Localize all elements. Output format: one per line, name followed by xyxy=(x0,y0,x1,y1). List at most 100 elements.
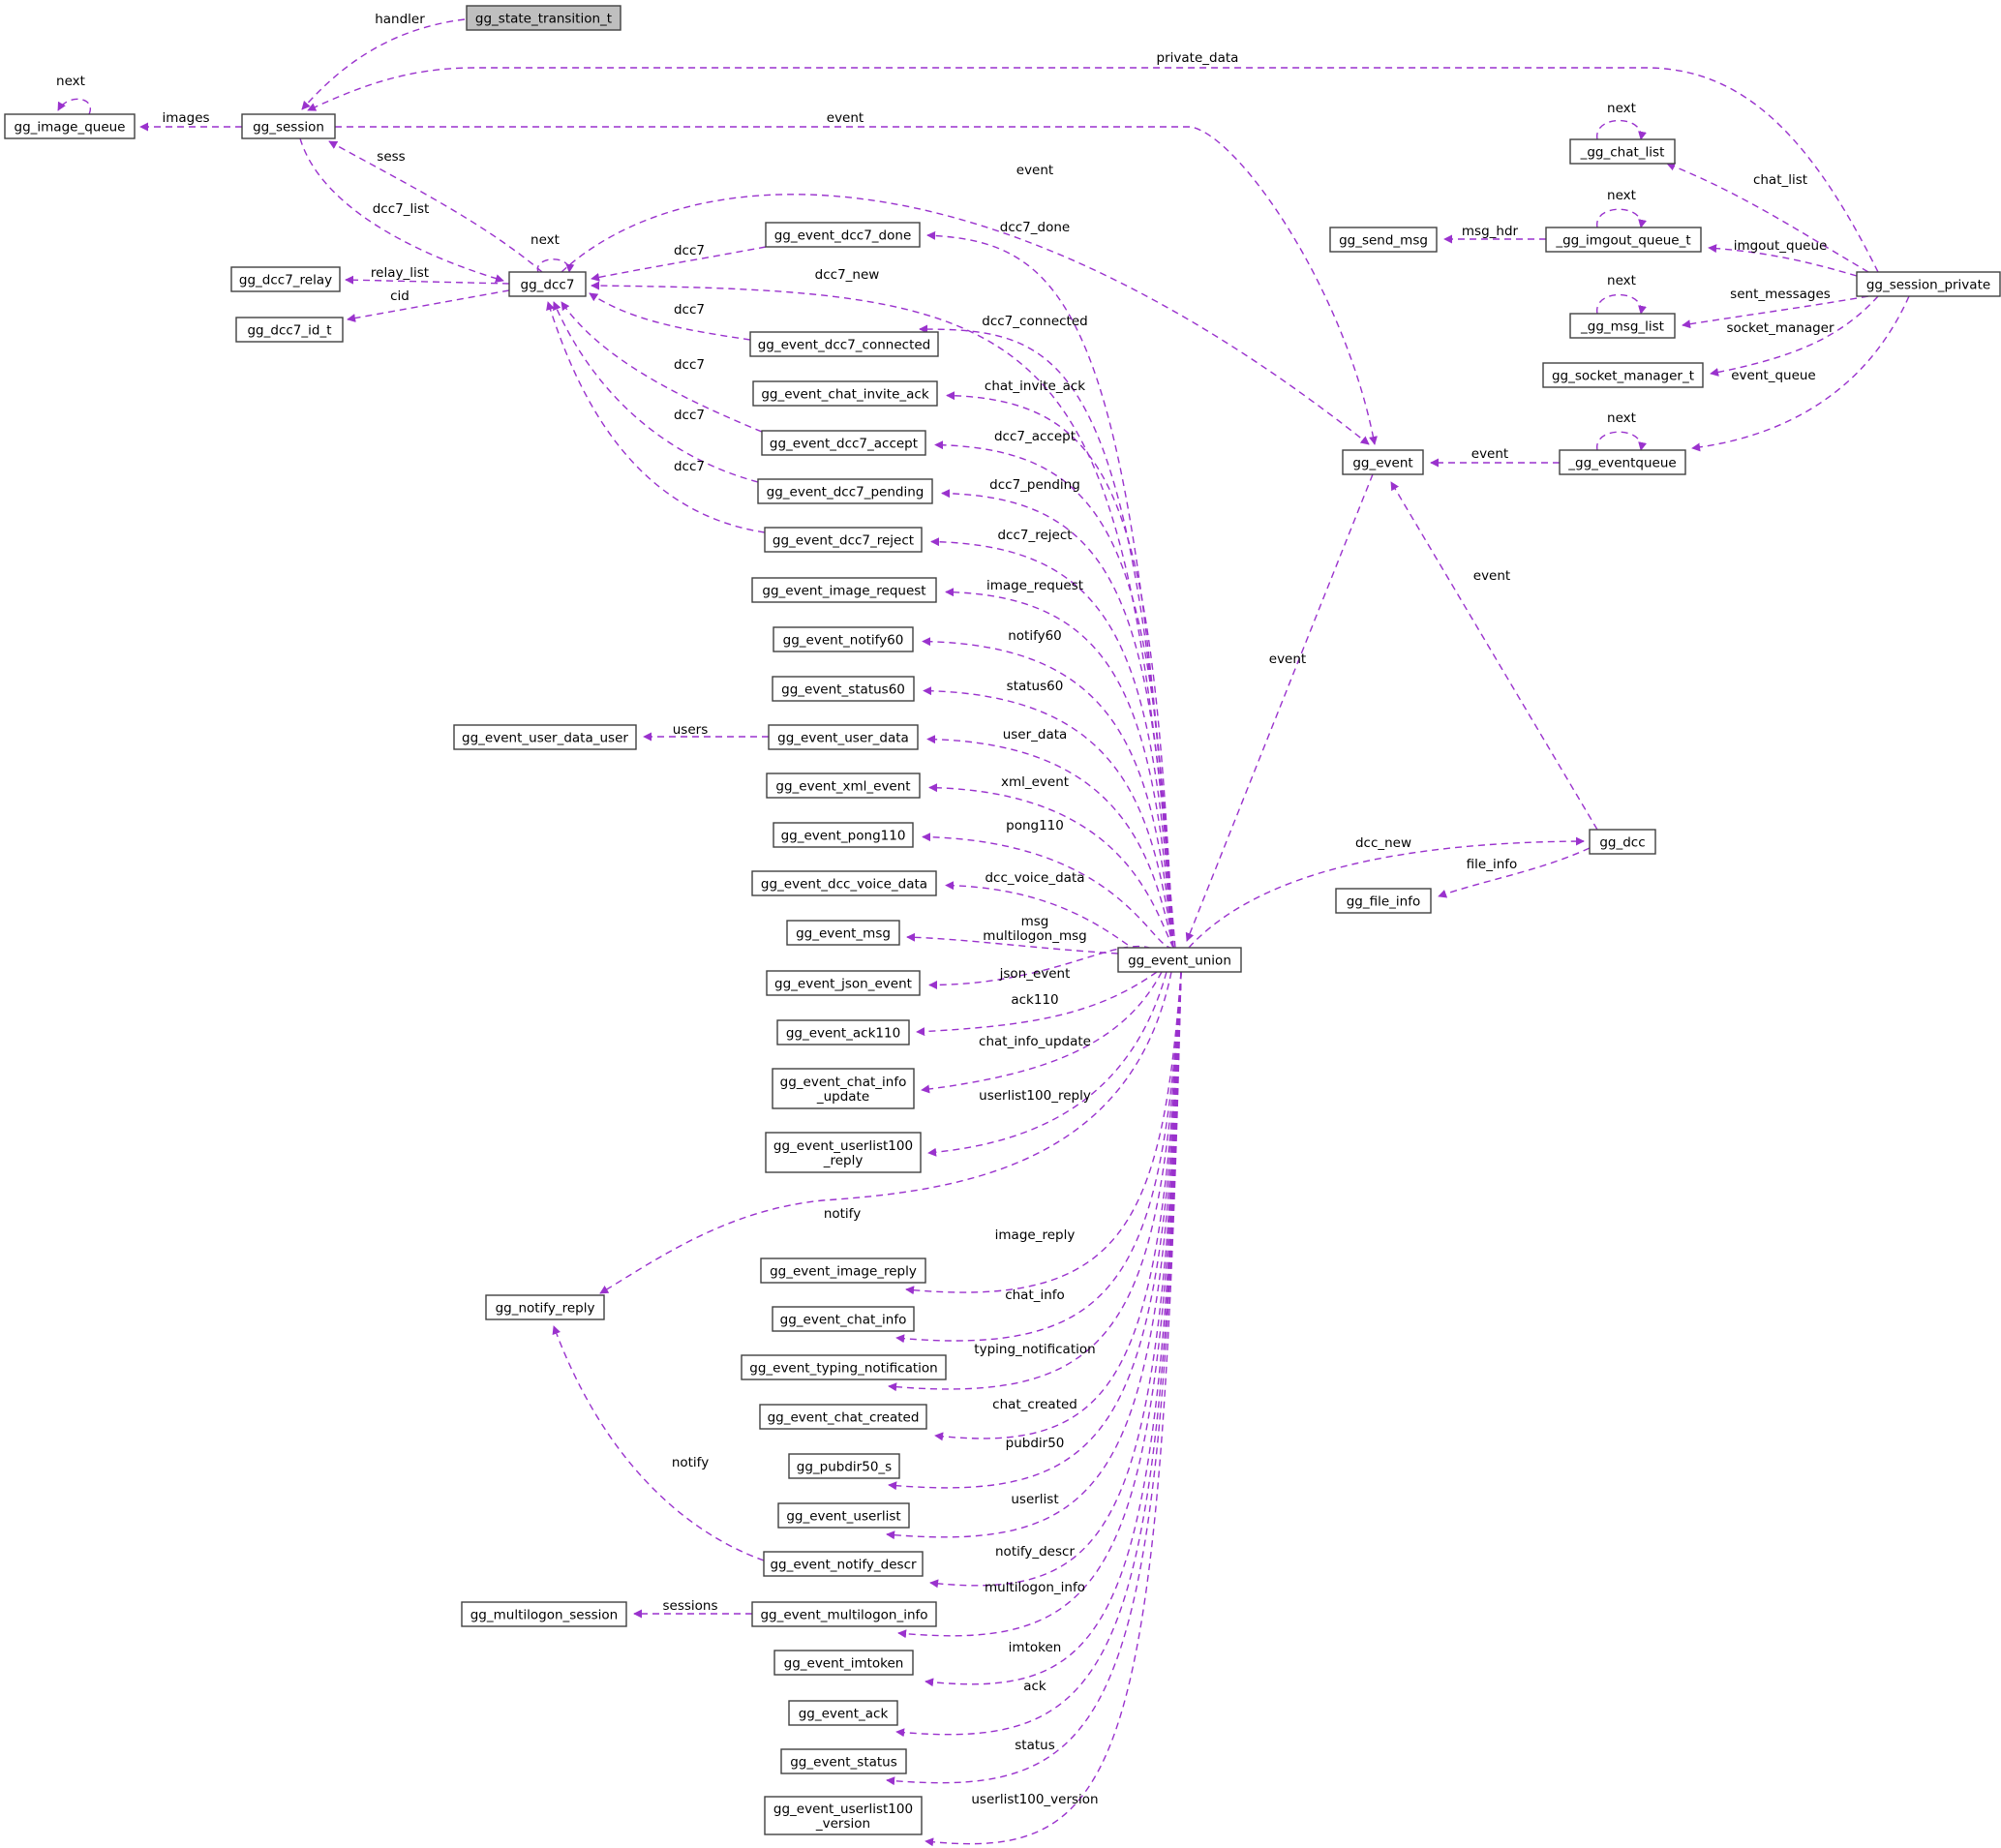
node-gg-event-xml-event[interactable]: gg_event_xml_event xyxy=(766,773,921,799)
edge-label: dcc_new xyxy=(1355,835,1411,851)
edge-_gg_eventqueue-to-gg_event: event xyxy=(1430,446,1560,468)
edge-label: status xyxy=(1015,1738,1054,1753)
node-gg-event-typing-notification[interactable]: gg_event_typing_notification xyxy=(741,1354,947,1380)
collaboration-diagram: handler next images private_dataevent sess dc… xyxy=(4,5,2001,1847)
node-gg-notify-reply[interactable]: gg_notify_reply xyxy=(485,1294,605,1320)
node-gg-event-dcc7-connected[interactable]: gg_event_dcc7_connected xyxy=(749,331,939,357)
node-gg-eventqueue[interactable]: _gg_eventqueue xyxy=(1559,449,1686,475)
edge-label: dcc7 xyxy=(674,357,705,373)
node-gg-dcc7-id-t[interactable]: gg_dcc7_id_t xyxy=(235,317,344,343)
edge-gg_event_union-to-gg_event_xml_event: xml_event xyxy=(928,774,1174,949)
edge-label: dcc7_pending xyxy=(989,477,1080,493)
node-gg-event-dcc7-pending[interactable]: gg_event_dcc7_pending xyxy=(757,478,933,504)
node-gg-event-json-event[interactable]: gg_event_json_event xyxy=(766,970,921,996)
node-label: gg_event_typing_notification xyxy=(749,1361,937,1377)
node-gg-event-ack110[interactable]: gg_event_ack110 xyxy=(776,1019,910,1045)
node-gg-socket-manager-t[interactable]: gg_socket_manager_t xyxy=(1542,362,1704,388)
edge-label: dcc7_connected xyxy=(982,314,1087,329)
node-gg-event[interactable]: gg_event xyxy=(1342,449,1424,475)
edge-label: pong110 xyxy=(1006,818,1064,833)
node-label: _gg_imgout_queue_t xyxy=(1555,233,1690,249)
node-gg-send-msg[interactable]: gg_send_msg xyxy=(1329,227,1438,253)
node-label: gg_event_json_event xyxy=(774,977,912,992)
node-label: gg_event_dcc7_connected xyxy=(758,338,931,353)
node-gg-dcc[interactable]: gg_dcc xyxy=(1589,829,1656,855)
edge-label: event xyxy=(1016,163,1053,178)
node-gg-event-pong110[interactable]: gg_event_pong110 xyxy=(773,822,914,848)
node-label: gg_send_msg xyxy=(1339,233,1428,249)
node-gg-event-user-data-user[interactable]: gg_event_user_data_user xyxy=(453,724,637,750)
node-label: gg_event_multilogon_info xyxy=(760,1608,927,1623)
edge-line xyxy=(1596,431,1647,451)
node-gg-event-chat-invite-ack[interactable]: gg_event_chat_invite_ack xyxy=(752,380,938,407)
edge-label: imtoken xyxy=(1009,1640,1062,1655)
node-gg-event-status[interactable]: gg_event_status xyxy=(780,1748,907,1774)
edge-line xyxy=(925,971,1182,1687)
node-label: gg_event_image_reply xyxy=(770,1264,917,1280)
node-gg-event-imtoken[interactable]: gg_event_imtoken xyxy=(773,1650,914,1676)
node-gg-event-msg[interactable]: gg_event_msg xyxy=(786,920,900,946)
node-label: _gg_eventqueue xyxy=(1567,456,1676,471)
edge-line xyxy=(886,971,1182,1540)
node-gg-state-transition-t[interactable]: gg_state_transition_t xyxy=(466,5,622,31)
edge-label: multilogon_info xyxy=(985,1580,1085,1595)
node-gg-chat-list[interactable]: _gg_chat_list xyxy=(1569,138,1676,165)
node-gg-event-dcc7-done[interactable]: gg_event_dcc7_done xyxy=(765,222,921,248)
node-gg-event-userlist100-reply[interactable]: gg_event_userlist100_reply xyxy=(765,1132,922,1173)
node-label: gg_event_dcc7_pending xyxy=(767,485,925,500)
node-label: gg_event_xml_event xyxy=(775,779,910,795)
edge-label: next xyxy=(56,74,85,89)
node-gg-msg-list[interactable]: _gg_msg_list xyxy=(1569,313,1676,339)
edge-label: chat_created xyxy=(992,1397,1077,1412)
edge-line xyxy=(347,289,510,322)
node-gg-event-userlist[interactable]: gg_event_userlist xyxy=(777,1502,910,1529)
node-gg-file-info[interactable]: gg_file_info xyxy=(1335,888,1432,914)
edge-gg_event_dcc7_accept-to-gg_dcc7: dcc7 xyxy=(561,301,763,433)
edge-label: user_data xyxy=(1003,727,1068,742)
node-gg-multilogon-session[interactable]: gg_multilogon_session xyxy=(461,1601,627,1627)
node-gg-event-union[interactable]: gg_event_union xyxy=(1117,947,1242,973)
node-gg-event-image-request[interactable]: gg_event_image_request xyxy=(751,577,937,603)
edge-label: next xyxy=(531,232,560,248)
node-gg-dcc7-relay[interactable]: gg_dcc7_relay xyxy=(230,266,341,292)
node-gg-event-image-reply[interactable]: gg_event_image_reply xyxy=(760,1257,926,1284)
edge-line xyxy=(1596,293,1647,315)
node-gg-session-private[interactable]: gg_session_private xyxy=(1856,271,2001,297)
edge-label: image_request xyxy=(986,578,1083,593)
node-gg-imgout-queue-t[interactable]: _gg_imgout_queue_t xyxy=(1545,227,1702,253)
node-gg-event-user-data[interactable]: gg_event_user_data xyxy=(768,724,919,750)
node-gg-event-dcc-voice-data[interactable]: gg_event_dcc_voice_data xyxy=(751,870,937,896)
node-gg-event-chat-info[interactable]: gg_event_chat_info xyxy=(772,1306,915,1332)
node-gg-session[interactable]: gg_session xyxy=(241,113,336,139)
edge-line xyxy=(945,588,1174,949)
edge-gg_dcc-to-gg_file_info: file_info xyxy=(1438,847,1591,898)
edge-label: images xyxy=(162,110,209,126)
edge-gg_session_private-to-_gg_chat_list: chat_list xyxy=(1666,162,1869,273)
node-gg-event-dcc7-reject[interactable]: gg_event_dcc7_reject xyxy=(764,527,923,553)
edge-label: sent_messages xyxy=(1730,287,1831,302)
node-gg-event-notify60[interactable]: gg_event_notify60 xyxy=(773,626,914,652)
node-gg-event-ack[interactable]: gg_event_ack xyxy=(788,1700,898,1726)
edge-gg_session-to-gg_image_queue: images xyxy=(139,110,242,132)
edge-gg_session_private-to-_gg_msg_list: sent_messages xyxy=(1682,287,1869,329)
node-gg-image-queue[interactable]: gg_image_queue xyxy=(4,113,136,139)
node-gg-event-chat-created[interactable]: gg_event_chat_created xyxy=(759,1404,927,1430)
node-gg-event-multilogon-info[interactable]: gg_event_multilogon_info xyxy=(751,1601,937,1627)
node-gg-event-status60[interactable]: gg_event_status60 xyxy=(772,676,915,702)
node-gg-event-userlist100-version[interactable]: gg_event_userlist100_version xyxy=(764,1796,923,1835)
edge-line xyxy=(921,971,1163,1094)
node-gg-event-notify-descr[interactable]: gg_event_notify_descr xyxy=(763,1551,924,1577)
node-gg-event-chat-info-update[interactable]: gg_event_chat_info_update xyxy=(772,1068,915,1109)
node-gg-pubdir50-s[interactable]: gg_pubdir50_s xyxy=(788,1453,900,1479)
edge-label: notify xyxy=(672,1455,709,1470)
edge-line xyxy=(561,301,763,433)
node-label: gg_event xyxy=(1352,456,1412,471)
edge-gg_dcc7-to-gg_dcc7_id_t: cid xyxy=(347,288,510,322)
node-label: gg_event_dcc7_done xyxy=(774,228,912,244)
node-label: gg_notify_reply xyxy=(496,1301,595,1317)
edge-gg_dcc7-to-gg_dcc7: next xyxy=(531,232,575,273)
edge-line xyxy=(926,735,1174,949)
edge-label: dcc7 xyxy=(674,459,705,474)
node-gg-event-dcc7-accept[interactable]: gg_event_dcc7_accept xyxy=(761,430,926,456)
node-gg-dcc7[interactable]: gg_dcc7 xyxy=(508,271,587,297)
